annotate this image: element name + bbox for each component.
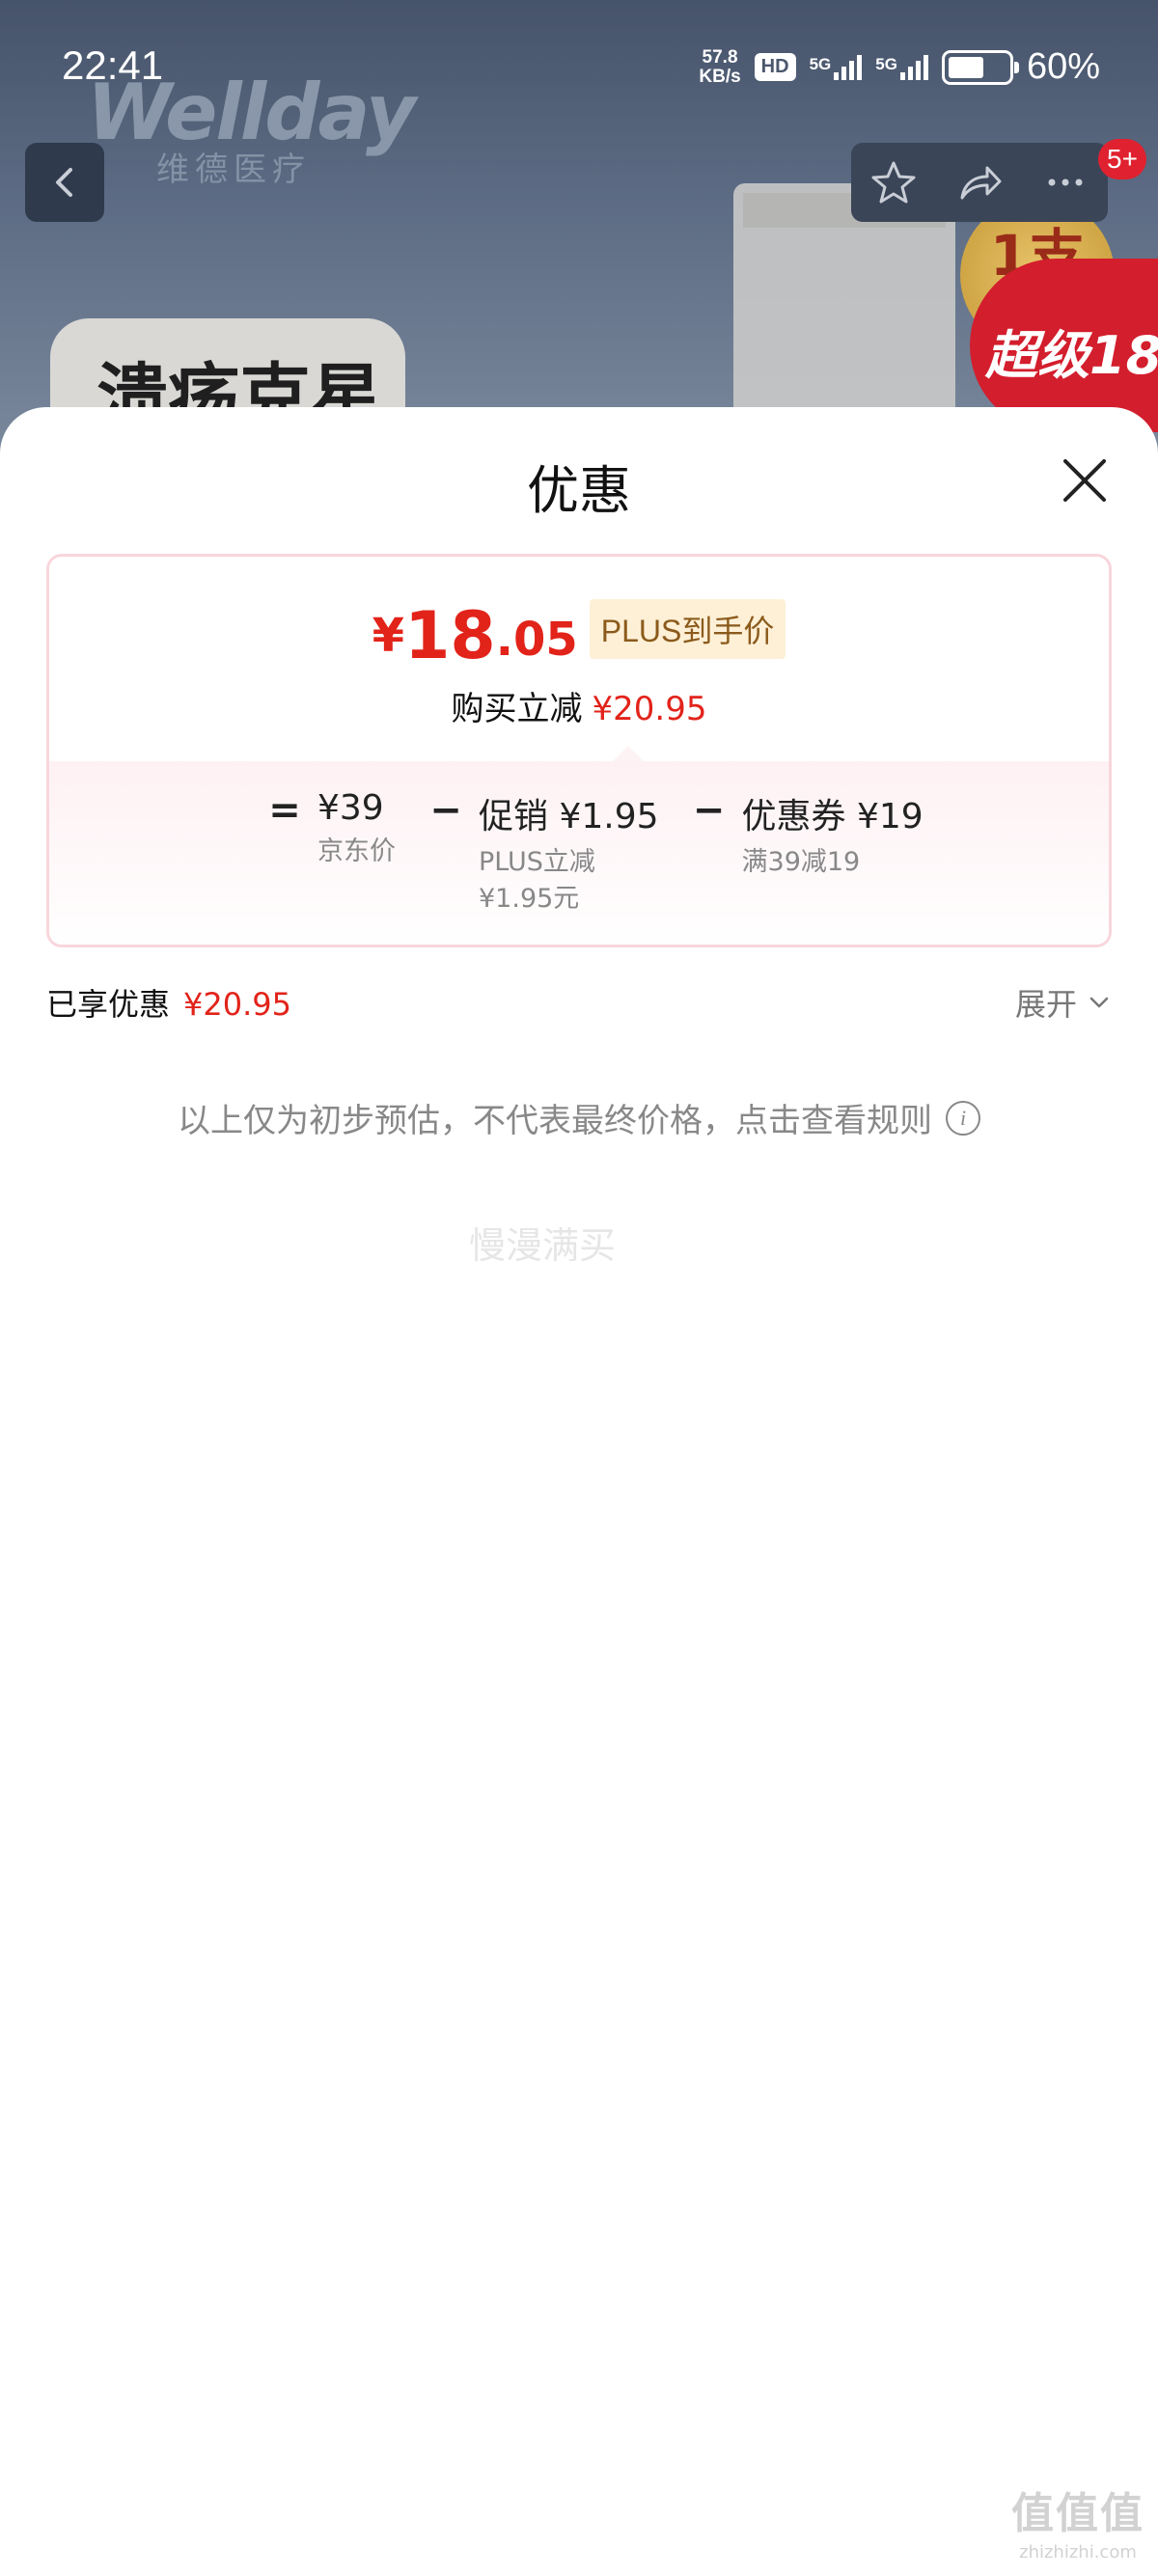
share-icon[interactable] — [954, 157, 1005, 207]
brand-cn-name: 维德医疗 — [156, 151, 311, 189]
minus-sign: − — [429, 788, 462, 833]
reduction-label: 购买立减 — [451, 690, 583, 728]
term-sub-line: PLUS立减 — [479, 847, 595, 877]
discount-sheet: 优惠 ¥ 18 .05 PLUS到手价 购买立减 ¥20.95 = ¥39 京东价 — [0, 407, 1158, 2576]
rules-link[interactable]: 以上仅为初步预估，不代表最终价格，点击查看规则 i — [0, 1094, 1158, 1141]
close-icon[interactable] — [1060, 455, 1110, 506]
watermark: 值值值 zhizhizhi.com — [1011, 2479, 1144, 2562]
formula-term-promotion: 促销 ¥1.95 PLUS立减 ¥1.95元 — [479, 788, 659, 918]
status-bar: 22:41 57.8 KB/s HD 5G 5G 60% — [0, 0, 1158, 125]
price-formula: = ¥39 京东价 − 促销 ¥1.95 PLUS立减 ¥1.95元 − 优惠券… — [252, 788, 941, 918]
nav-actions-group — [851, 143, 1108, 222]
sheet-title: 优惠 — [527, 460, 631, 521]
status-time: 22:41 — [62, 42, 164, 88]
faint-background-text: 慢漫满买 — [469, 1224, 617, 1267]
back-icon — [56, 168, 72, 197]
equals-sign: = — [268, 788, 301, 833]
star-icon[interactable] — [868, 157, 919, 207]
signal-icon-1: 5G — [809, 54, 863, 80]
signal-icon-2: 5G — [875, 54, 928, 80]
price-currency: ¥ — [372, 609, 405, 663]
enjoyed-amount: ¥20.95 — [183, 986, 291, 1023]
formula-term-coupon: 优惠券 ¥19 满39减19 — [742, 788, 924, 881]
final-price-section: ¥ 18 .05 PLUS到手价 购买立减 ¥20.95 — [49, 557, 1109, 761]
term-main: 优惠券 ¥19 — [741, 797, 924, 836]
pointer-notch — [613, 746, 644, 761]
disclaimer-text: 以上仅为初步预估，不代表最终价格，点击查看规则 — [178, 1102, 932, 1140]
watermark-url: zhizhizhi.com — [1019, 2542, 1137, 2562]
battery-percent: 60% — [1026, 46, 1100, 87]
plus-price-tag: PLUS到手价 — [589, 599, 786, 659]
term-main: 促销 ¥1.95 — [479, 797, 659, 836]
final-price: ¥ 18 .05 PLUS到手价 — [49, 599, 1109, 671]
network-speed-value: 57.8 — [702, 46, 738, 68]
minus-sign: − — [692, 788, 726, 833]
price-decimal: .05 — [495, 613, 578, 667]
expand-button[interactable]: 展开 — [1015, 980, 1112, 1025]
status-indicators: 57.8 KB/s HD 5G 5G 60% — [699, 46, 1100, 88]
term-sub: 京东价 — [317, 836, 396, 866]
network-speed: 57.8 KB/s — [699, 46, 741, 87]
info-icon: i — [946, 1100, 980, 1136]
term-sub-line: ¥1.95元 — [479, 884, 580, 914]
term-sub: 满39减19 — [741, 847, 861, 877]
enjoyed-discount: 已享优惠 ¥20.95 — [46, 980, 291, 1025]
hd-icon: HD — [754, 53, 796, 81]
battery-icon — [941, 49, 1019, 85]
price-breakdown-card: ¥ 18 .05 PLUS到手价 购买立减 ¥20.95 = ¥39 京东价 − … — [46, 554, 1112, 947]
price-integer: 18 — [404, 598, 496, 674]
watermark-logo: 值值值 — [1011, 2489, 1144, 2538]
battery-fill — [948, 56, 983, 78]
term-main: ¥39 — [317, 788, 384, 828]
expand-label: 展开 — [1014, 986, 1077, 1023]
reduction-amount: ¥20.95 — [592, 690, 707, 728]
signal-label: 5G — [875, 54, 897, 73]
formula-term-jd-price: ¥39 京东价 — [317, 788, 396, 870]
notification-badge[interactable]: 5+ — [1098, 139, 1146, 179]
promo-badge-red: 超级18 — [970, 259, 1158, 432]
purchase-reduction: 购买立减 ¥20.95 — [49, 682, 1109, 729]
back-button[interactable] — [25, 143, 104, 222]
signal-label: 5G — [809, 54, 832, 73]
network-speed-unit: KB/s — [699, 66, 741, 87]
more-icon[interactable] — [1040, 157, 1090, 207]
chevron-down-icon — [1089, 997, 1109, 1008]
enjoyed-label: 已享优惠 — [46, 986, 171, 1023]
price-formula-section: = ¥39 京东价 − 促销 ¥1.95 PLUS立减 ¥1.95元 − 优惠券… — [49, 761, 1109, 945]
